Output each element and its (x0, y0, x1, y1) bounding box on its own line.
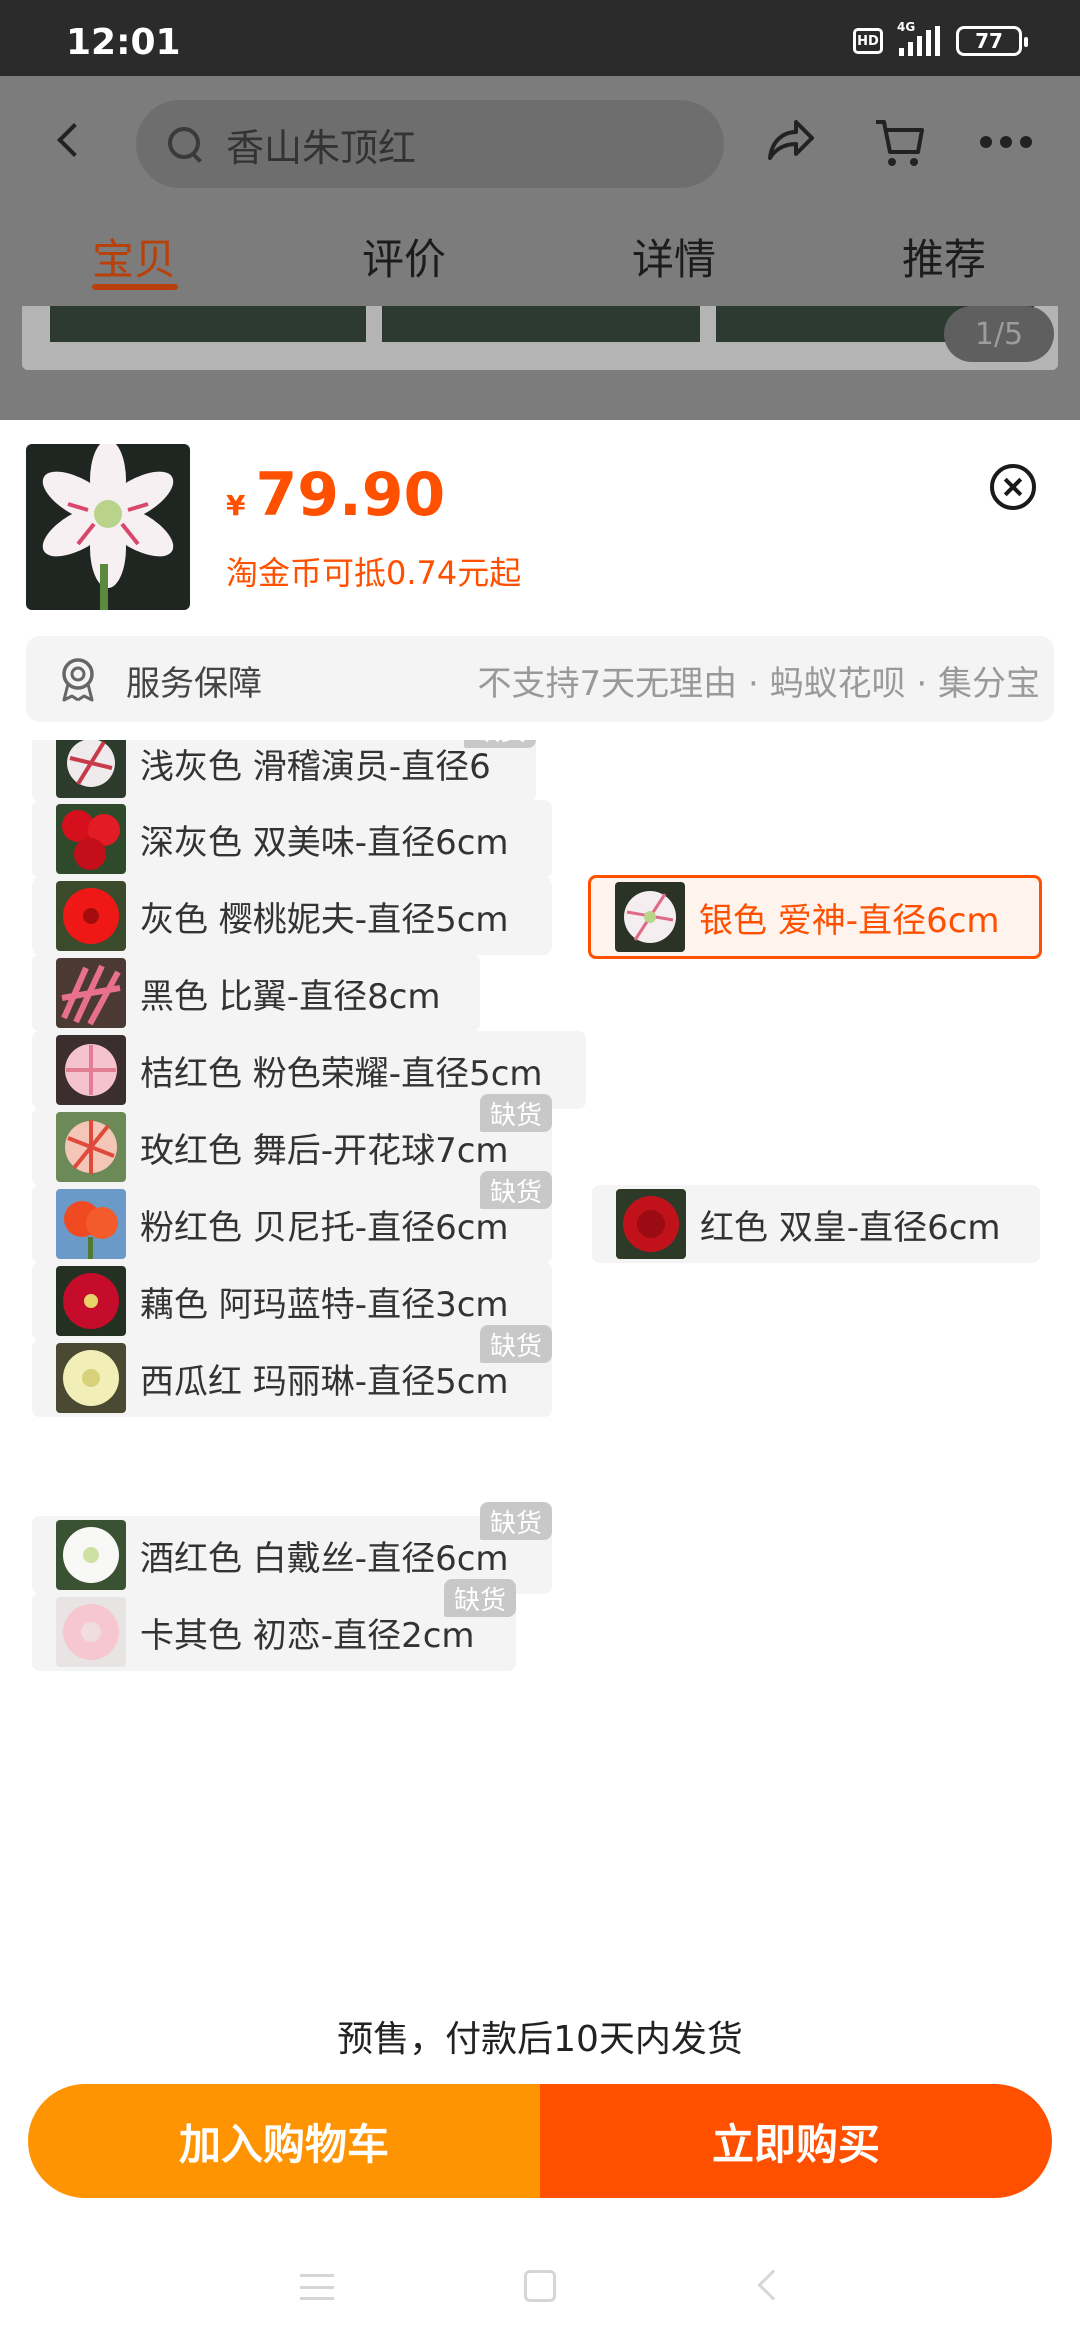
product-image[interactable] (26, 444, 190, 610)
system-nav-bar (0, 2236, 1080, 2326)
sku-thumbnail (616, 1189, 686, 1259)
sku-option[interactable]: 卡其色 初恋-直径2cm 缺货 (32, 1579, 516, 1671)
sku-thumbnail (56, 958, 126, 1028)
sku-label: 粉红色 贝尼托-直径6cm (140, 1207, 509, 1248)
out-of-stock-badge: 缺货 (479, 1094, 552, 1132)
sku-label: 玫红色 舞后-开花球7cm (140, 1130, 509, 1171)
out-of-stock-badge: 缺货 (479, 1502, 552, 1540)
search-text: 香山朱顶红 (226, 125, 417, 170)
home-icon[interactable] (524, 2270, 556, 2302)
badge-icon (58, 656, 98, 702)
status-bar: 12:01 HD 4G 77 (0, 0, 1080, 76)
cart-icon[interactable] (872, 114, 928, 170)
sku-label: 藕色 阿玛蓝特-直径3cm (140, 1284, 509, 1325)
signal-icon: 4G (897, 20, 940, 56)
tab-bar: 宝贝 评价 详情 推荐 (0, 206, 1080, 296)
service-guarantee-bar[interactable]: 服务保障 不支持7天无理由 · 蚂蚁花呗 · 集分宝 (26, 636, 1054, 722)
menu-icon[interactable] (300, 2274, 334, 2300)
sku-thumbnail (56, 804, 126, 874)
out-of-stock-badge: 缺货 (443, 1579, 516, 1617)
sku-option[interactable]: 灰色 樱桃妮夫-直径5cm (32, 877, 552, 955)
battery-level: 77 (975, 29, 1003, 53)
sku-thumbnail (56, 1343, 126, 1413)
add-to-cart-button[interactable]: 加入购物车 (28, 2084, 540, 2198)
currency-symbol: ¥ (226, 489, 246, 522)
hd-icon: HD (853, 28, 883, 54)
taojinbi-discount-text: 淘金币可抵0.74元起 (226, 554, 522, 592)
sku-option[interactable]: 黑色 比翼-直径8cm (32, 954, 480, 1032)
sku-option[interactable]: 粉红色 贝尼托-直径6cm 缺货 (32, 1171, 552, 1263)
sku-thumbnail (56, 1035, 126, 1105)
close-icon[interactable] (990, 464, 1036, 510)
sku-option[interactable]: 玫红色 舞后-开花球7cm 缺货 (32, 1094, 552, 1186)
tab-indicator (92, 284, 178, 290)
sku-label: 浅灰色 滑稽演员-直径6 (140, 746, 491, 787)
out-of-stock-badge: 缺货 (479, 1171, 552, 1209)
status-time: 12:01 (66, 22, 181, 63)
sku-label: 灰色 樱桃妮夫-直径5cm (140, 899, 509, 940)
battery-icon: 77 (956, 26, 1028, 56)
search-icon (168, 127, 202, 161)
out-of-stock-badge: 缺货 (479, 1325, 552, 1363)
sku-label: 西瓜红 玛丽琳-直径5cm (140, 1361, 509, 1402)
sku-label: 黑色 比翼-直径8cm (140, 976, 441, 1017)
tab-baobei[interactable]: 宝贝 (92, 226, 176, 287)
sku-thumbnail (56, 1597, 126, 1667)
sku-option[interactable]: 深灰色 双美味-直径6cm (32, 800, 552, 878)
sku-option[interactable]: 浅灰色 滑稽演员-直径6 缺货 (32, 740, 536, 802)
sku-label: 深灰色 双美味-直径6cm (140, 822, 509, 863)
sku-option[interactable]: 藕色 阿玛蓝特-直径3cm (32, 1262, 552, 1340)
back-icon[interactable] (757, 2269, 789, 2301)
price-value: 79.90 (255, 460, 446, 530)
sku-label: 酒红色 白戴丝-直径6cm (140, 1538, 509, 1579)
sku-thumbnail (615, 882, 685, 952)
service-detail: 不支持7天无理由 · 蚂蚁花呗 · 集分宝 (477, 664, 1040, 704)
price-display: ¥ 79.90 (226, 460, 445, 530)
top-nav: 香山朱顶红 (0, 76, 1080, 206)
search-input[interactable]: 香山朱顶红 (136, 100, 724, 188)
sku-label: 卡其色 初恋-直径2cm (140, 1615, 475, 1656)
service-label: 服务保障 (126, 664, 262, 704)
presale-note: 预售，付款后10天内发货 (337, 2019, 743, 2060)
sku-thumbnail (56, 1266, 126, 1336)
sku-thumbnail (56, 1189, 126, 1259)
back-button[interactable] (52, 116, 92, 166)
image-gallery[interactable] (22, 306, 1058, 370)
out-of-stock-badge: 缺货 (463, 740, 536, 748)
gallery-page-indicator: 1/5 (944, 306, 1054, 362)
sku-label: 银色 爱神-直径6cm (699, 900, 1000, 941)
network-type: 4G (897, 20, 916, 34)
sku-options-list[interactable]: 浅灰色 滑稽演员-直径6 缺货 深灰色 双美味-直径6cm 灰色 樱桃妮夫-直径… (0, 740, 1080, 1422)
sku-thumbnail (56, 1520, 126, 1590)
tab-details[interactable]: 详情 (632, 226, 716, 287)
sku-thumbnail (56, 881, 126, 951)
more-icon[interactable] (980, 114, 1036, 170)
background-page: 香山朱顶红 宝贝 评价 详情 推荐 1/5 (0, 76, 1080, 421)
status-icons: HD 4G 77 (853, 20, 1028, 56)
tab-recommend[interactable]: 推荐 (902, 226, 986, 287)
sku-thumbnail (56, 740, 126, 798)
sku-label: 桔红色 粉色荣耀-直径5cm (140, 1053, 543, 1094)
sku-label: 红色 双皇-直径6cm (700, 1207, 1001, 1248)
sku-option[interactable]: 红色 双皇-直径6cm (592, 1185, 1040, 1263)
sku-option[interactable]: 西瓜红 玛丽琳-直径5cm 缺货 (32, 1325, 552, 1417)
share-icon[interactable] (762, 114, 818, 170)
sku-option-selected[interactable]: 银色 爱神-直径6cm (588, 875, 1042, 959)
sku-thumbnail (56, 1112, 126, 1182)
buy-now-button[interactable]: 立即购买 (540, 2084, 1052, 2198)
tab-reviews[interactable]: 评价 (362, 226, 446, 287)
